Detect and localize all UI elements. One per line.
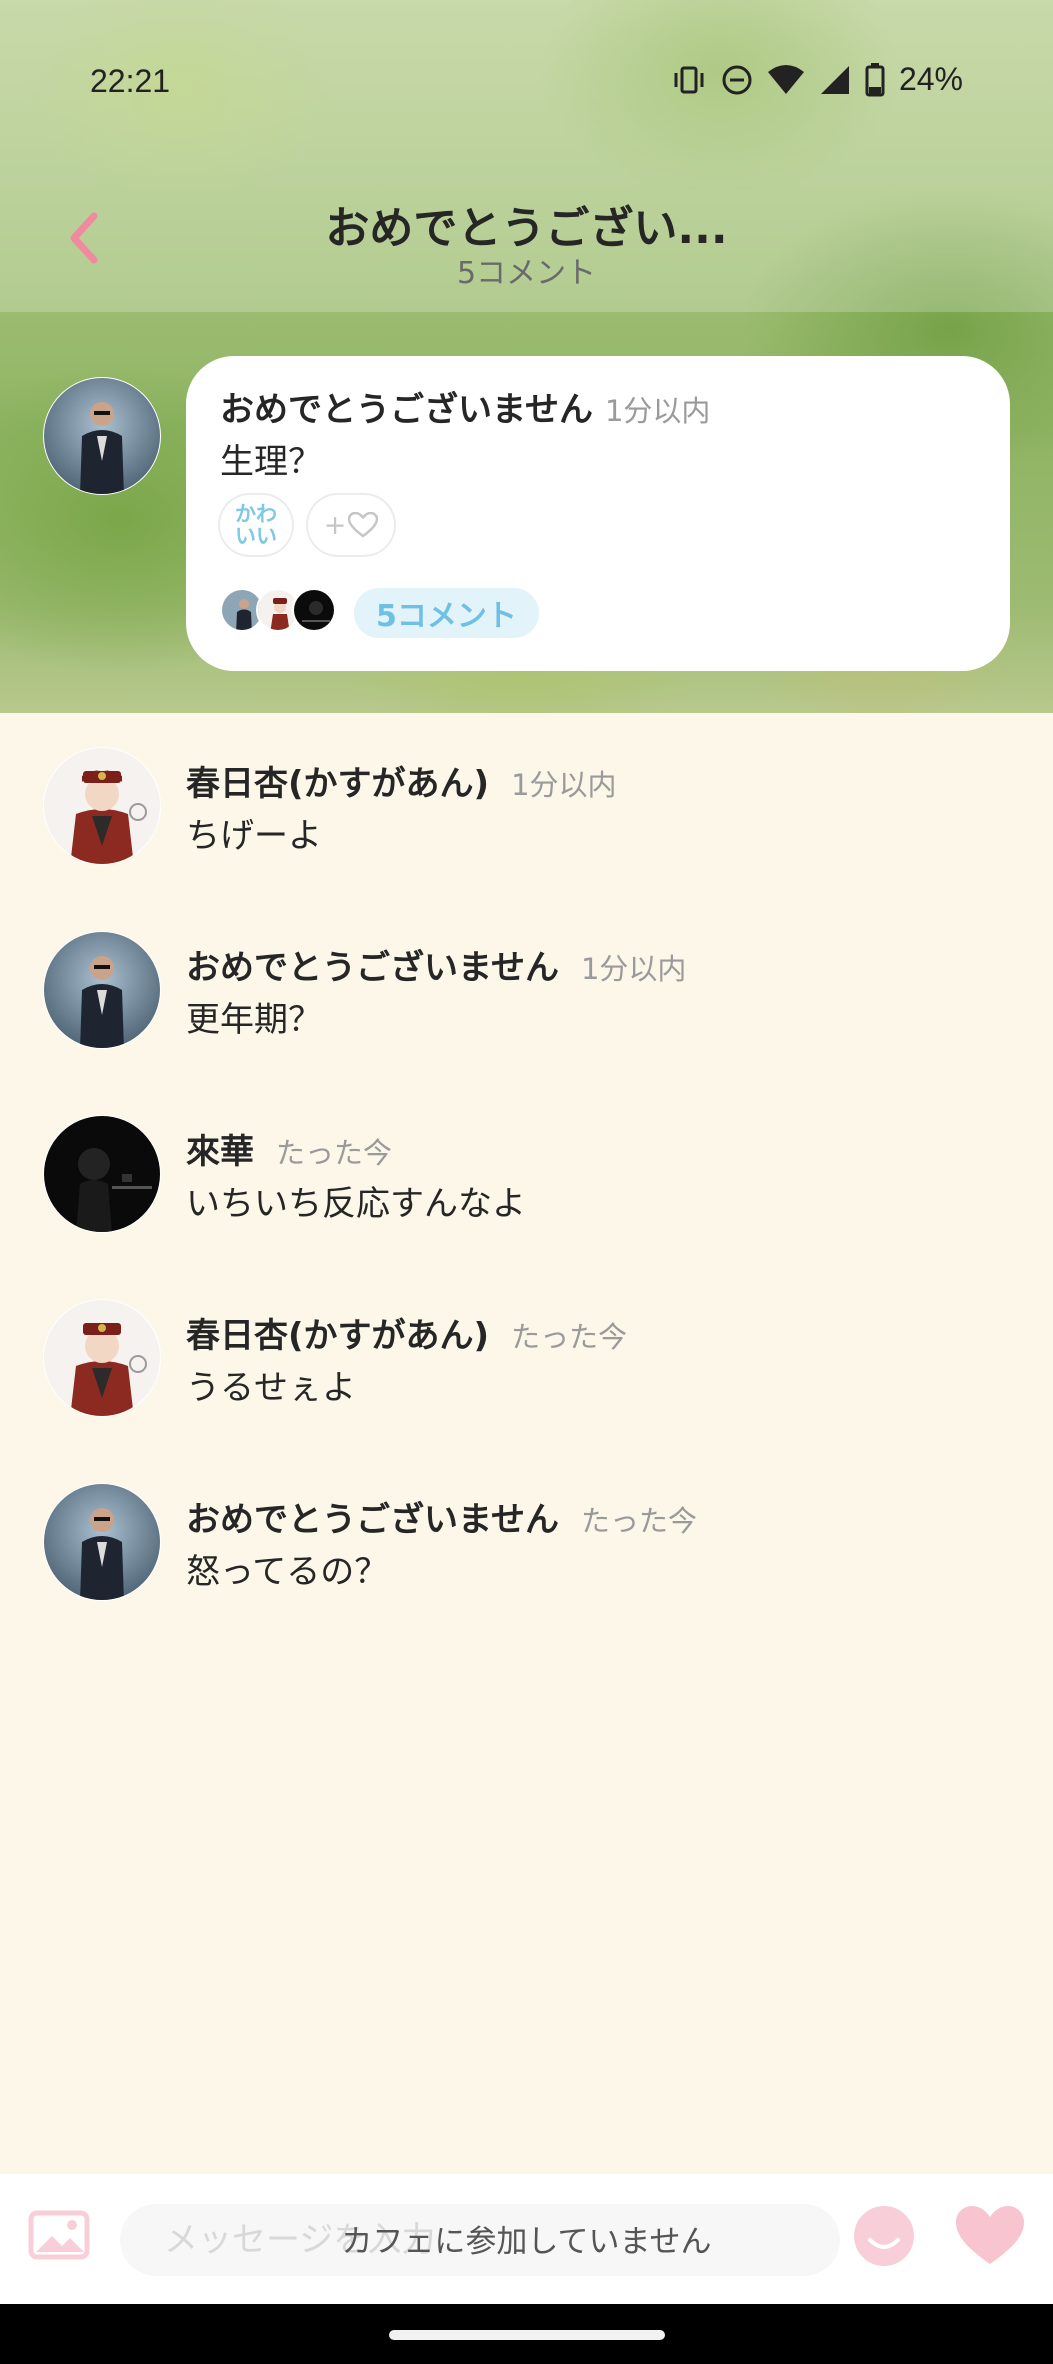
- image-attach-button[interactable]: [28, 2210, 94, 2270]
- comment-header: おめでとうございません 1分以内: [186, 940, 686, 989]
- comment-count-chip[interactable]: 5コメント: [354, 588, 539, 638]
- comment-author[interactable]: おめでとうございません: [186, 940, 559, 989]
- comment-timestamp: たった今: [511, 1320, 628, 1354]
- comment-timestamp: 1分以内: [580, 952, 687, 986]
- heart-icon: [954, 2204, 1026, 2268]
- anime-avatar[interactable]: [42, 746, 162, 866]
- comment-item[interactable]: 來華 たった今 いちいち反応すんなよ: [0, 1108, 1053, 1248]
- battery-icon: [865, 62, 885, 97]
- comment-text: いちいち反応すんなよ: [186, 1184, 526, 1224]
- comment-header: 來華 たった今: [186, 1124, 392, 1173]
- heart-outline-icon: [348, 512, 379, 538]
- comment-author[interactable]: 春日杏(かすがあん): [186, 1308, 489, 1357]
- reaction-label: かわいい: [235, 502, 277, 548]
- signal-icon: [819, 64, 851, 96]
- comment-item[interactable]: おめでとうございません 1分以内 更年期？: [0, 924, 1053, 1064]
- comment-item[interactable]: おめでとうございません たった今 怒ってるの？: [0, 1476, 1053, 1616]
- comment-item[interactable]: 春日杏(かすがあん) 1分以内 ちげーよ: [0, 740, 1053, 880]
- anime-avatar[interactable]: [42, 1298, 162, 1418]
- post-author-avatar[interactable]: [42, 376, 162, 496]
- comment-text: 怒ってるの？: [186, 1552, 389, 1592]
- post-body: 生理？: [220, 442, 322, 482]
- post-timestamp: 1分以内: [604, 394, 711, 428]
- message-input[interactable]: [120, 2204, 840, 2276]
- add-reaction-button[interactable]: +: [306, 493, 396, 557]
- suit-avatar[interactable]: [42, 1482, 162, 1602]
- battery-level: 24%: [898, 61, 963, 97]
- comment-timestamp: たった今: [276, 1136, 393, 1170]
- comment-author[interactable]: おめでとうございません: [186, 1492, 559, 1541]
- suit-avatar[interactable]: [42, 930, 162, 1050]
- comment-header: おめでとうございません たった今: [186, 1492, 697, 1541]
- comment-text: うるせぇよ: [186, 1368, 356, 1408]
- vibrate-icon: [671, 64, 707, 96]
- participant-avatars: [220, 588, 350, 632]
- comment-header: 春日杏(かすがあん) たった今: [186, 1308, 627, 1357]
- post-header: おめでとうございません 1分以内: [220, 382, 710, 431]
- comment-text: ちげーよ: [186, 816, 322, 856]
- status-time: 22:21: [90, 63, 171, 99]
- sticker-button[interactable]: [852, 2204, 916, 2268]
- comment-timestamp: たった今: [580, 1504, 697, 1538]
- system-nav-bar: [0, 2304, 1053, 2364]
- dark-avatar[interactable]: [42, 1114, 162, 1234]
- image-icon: [28, 2210, 94, 2260]
- message-bar: カフェに参加していません: [0, 2174, 1053, 2304]
- dnd-icon: [721, 64, 753, 96]
- add-reaction-plus: +: [323, 509, 347, 541]
- smile-icon: [852, 2204, 916, 2268]
- home-indicator[interactable]: [389, 2330, 665, 2340]
- comment-timestamp: 1分以内: [511, 768, 617, 802]
- post-card[interactable]: おめでとうございません 1分以内 生理？ かわいい + 5コメント: [186, 356, 1010, 671]
- comment-author[interactable]: 來華: [186, 1124, 254, 1173]
- comment-text: 更年期？: [186, 1000, 322, 1040]
- comment-author[interactable]: 春日杏(かすがあん): [186, 756, 489, 805]
- post-author-name[interactable]: おめでとうございません: [220, 382, 593, 431]
- status-icons: 24%: [671, 61, 963, 98]
- page-subtitle: 5コメント: [456, 256, 597, 291]
- reaction-kawaii[interactable]: かわいい: [218, 493, 294, 557]
- comment-header: 春日杏(かすがあん) 1分以内: [186, 756, 617, 805]
- page-title: おめでとうござい...: [325, 203, 728, 254]
- participant-avatar: [292, 588, 336, 632]
- like-button[interactable]: [954, 2204, 1026, 2268]
- status-bar: 22:21 24%: [0, 55, 1053, 115]
- wifi-icon: [767, 64, 805, 96]
- comment-item[interactable]: 春日杏(かすがあん) たった今 うるせぇよ: [0, 1292, 1053, 1432]
